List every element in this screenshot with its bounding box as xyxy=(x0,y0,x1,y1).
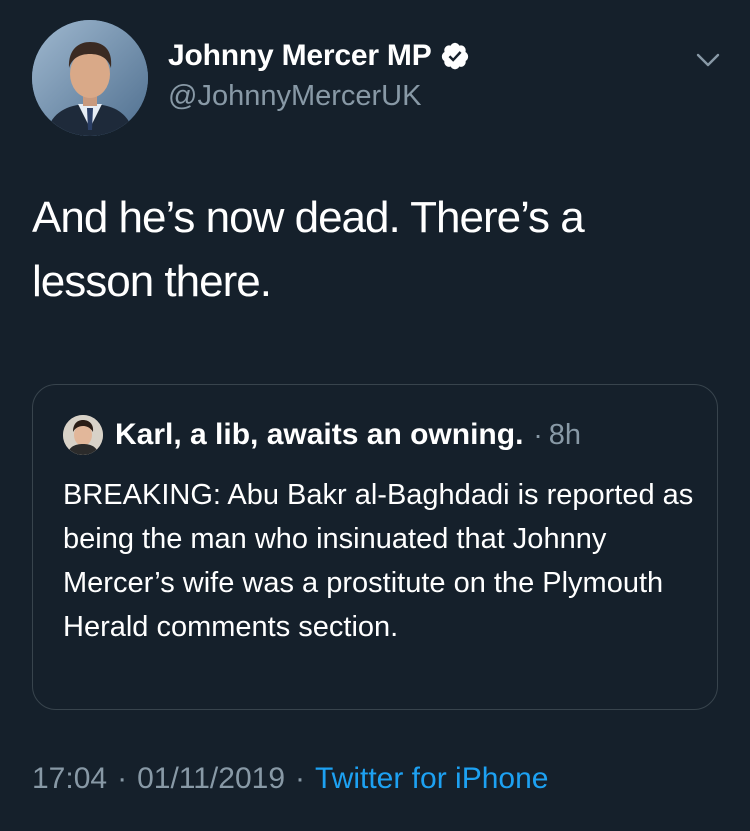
author-name-row[interactable]: Johnny Mercer MP xyxy=(168,37,470,75)
tweet-meta: 17:04 · 01/11/2019 · Twitter for iPhone xyxy=(32,762,548,796)
tweet-text: And he’s now dead. There’s a lesson ther… xyxy=(32,193,585,306)
tweet-date: 01/11/2019 xyxy=(137,762,285,795)
quoted-tweet-card[interactable]: Karl, a lib, awaits an owning. · 8h BREA… xyxy=(32,384,718,710)
tweet-detail: Johnny Mercer MP @JohnnyMercerUK And he’… xyxy=(0,0,750,831)
meta-separator-2: · xyxy=(295,762,305,795)
author-handle[interactable]: @JohnnyMercerUK xyxy=(168,80,421,113)
tweet-source-link[interactable]: Twitter for iPhone xyxy=(315,762,548,796)
quoted-timestamp: 8h xyxy=(548,418,582,451)
author-avatar-image xyxy=(32,20,148,136)
quoted-author-avatar xyxy=(63,415,103,455)
tweet-time: 17:04 xyxy=(32,762,108,795)
quoted-tweet-text: BREAKING: Abu Bakr al-Baghdadi is report… xyxy=(63,479,694,643)
quoted-separator: · xyxy=(533,419,543,450)
quoted-tweet-header: Karl, a lib, awaits an owning. · 8h xyxy=(115,415,581,455)
verified-badge-icon xyxy=(441,42,468,70)
author-display-name[interactable]: Johnny Mercer MP xyxy=(168,39,432,73)
quoted-author-name: Karl, a lib, awaits an owning. xyxy=(115,418,524,451)
quoted-author-avatar-image xyxy=(63,415,103,455)
chevron-down-icon[interactable] xyxy=(694,50,722,70)
author-avatar[interactable] xyxy=(32,20,148,136)
meta-separator-1: · xyxy=(117,762,128,795)
